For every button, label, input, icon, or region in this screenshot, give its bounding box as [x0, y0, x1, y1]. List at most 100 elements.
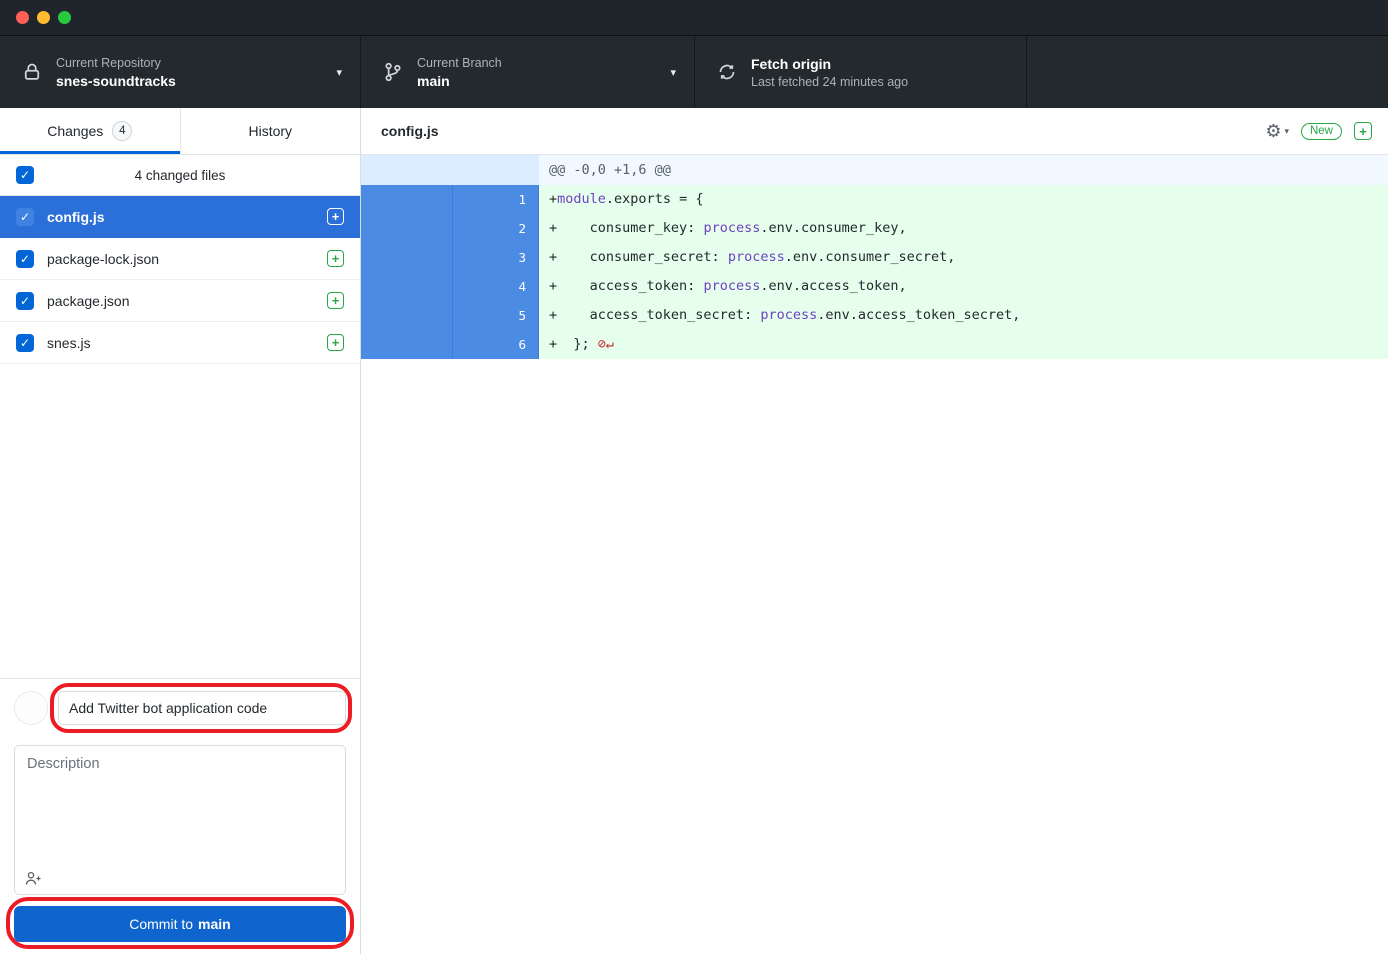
- tab-history-label: History: [248, 123, 292, 139]
- diff-actions: ⚙ ▾ New +: [1265, 122, 1372, 140]
- tab-changes-label: Changes: [47, 123, 103, 139]
- file-checkbox[interactable]: ✓: [16, 208, 34, 226]
- file-row-package.json[interactable]: ✓ package.json +: [0, 280, 360, 322]
- commit-button-prefix: Commit to: [129, 916, 193, 932]
- app-window: Current Repository snes-soundtracks ▾ Cu…: [0, 0, 1388, 954]
- diff-line-number[interactable]: 4: [453, 272, 539, 301]
- diff-line-number[interactable]: 2: [453, 214, 539, 243]
- added-file-icon: +: [327, 250, 344, 267]
- file-row-package-lock.json[interactable]: ✓ package-lock.json +: [0, 238, 360, 280]
- repository-lock-icon: [22, 62, 42, 82]
- diff-gutter-old[interactable]: [361, 185, 453, 214]
- diff-panel: config.js ⚙ ▾ New + @@ -0,0 +1,6 @@ 1+mo…: [361, 108, 1388, 954]
- add-coauthor-icon[interactable]: [25, 871, 42, 886]
- select-all-checkbox[interactable]: ✓: [16, 166, 34, 184]
- content: Changes 4 History ✓ 4 changed files ✓ con…: [0, 108, 1388, 954]
- diff-gutter-old[interactable]: [361, 330, 453, 359]
- diff-code-text: + access_token_secret: process.env.acces…: [539, 301, 1020, 330]
- diff-code-text: +module.exports = {: [539, 185, 703, 214]
- avatar: [14, 691, 48, 725]
- toolbar: Current Repository snes-soundtracks ▾ Cu…: [0, 36, 1388, 108]
- commit-description-box: [14, 745, 346, 895]
- diff-lines: 1+module.exports = {2+ consumer_key: pro…: [361, 185, 1388, 359]
- diff-code-text: + }; ⊘↵: [539, 330, 614, 359]
- file-name: package-lock.json: [47, 251, 159, 267]
- diff-line-5[interactable]: 5+ access_token_secret: process.env.acce…: [361, 301, 1388, 330]
- fetch-origin-button[interactable]: Fetch origin Last fetched 24 minutes ago: [695, 36, 1027, 108]
- diff-gutter-old[interactable]: [361, 214, 453, 243]
- diff-line-3[interactable]: 3+ consumer_secret: process.env.consumer…: [361, 243, 1388, 272]
- diff-line-1[interactable]: 1+module.exports = {: [361, 185, 1388, 214]
- diff-line-number[interactable]: 3: [453, 243, 539, 272]
- repository-text: Current Repository snes-soundtracks: [56, 56, 176, 89]
- commit-button-branch: main: [198, 916, 231, 932]
- changes-sidebar: Changes 4 History ✓ 4 changed files ✓ con…: [0, 108, 361, 954]
- added-file-icon: +: [1354, 122, 1372, 140]
- diff-code-text: + access_token: process.env.access_token…: [539, 272, 907, 301]
- sync-icon: [717, 62, 737, 82]
- current-repository-selector[interactable]: Current Repository snes-soundtracks ▾: [0, 36, 361, 108]
- gear-icon: ⚙: [1265, 122, 1281, 140]
- commit-button[interactable]: Commit to main: [14, 906, 346, 942]
- file-name: snes.js: [47, 335, 91, 351]
- file-row-config.js[interactable]: ✓ config.js +: [0, 196, 360, 238]
- diff-file-name: config.js: [381, 123, 439, 139]
- titlebar: [0, 0, 1388, 36]
- repository-name: snes-soundtracks: [56, 73, 176, 89]
- diff-code-text: + consumer_key: process.env.consumer_key…: [539, 214, 907, 243]
- hunk-header-row: @@ -0,0 +1,6 @@: [361, 155, 1388, 185]
- branch-label: Current Branch: [417, 56, 502, 70]
- toolbar-empty-area: [1027, 36, 1388, 108]
- changed-files-header: ✓ 4 changed files: [0, 155, 360, 196]
- hunk-header-text: @@ -0,0 +1,6 @@: [539, 155, 671, 185]
- tab-changes[interactable]: Changes 4: [0, 108, 180, 154]
- file-name: config.js: [47, 209, 105, 225]
- file-checkbox[interactable]: ✓: [16, 292, 34, 310]
- changed-files-label: 4 changed files: [34, 168, 326, 183]
- added-file-icon: +: [327, 292, 344, 309]
- diff-line-number[interactable]: 1: [453, 185, 539, 214]
- sidebar-spacer: [0, 364, 360, 678]
- close-button[interactable]: [16, 11, 29, 24]
- repository-label: Current Repository: [56, 56, 176, 70]
- sidebar-tabs: Changes 4 History: [0, 108, 360, 155]
- minimize-button[interactable]: [37, 11, 50, 24]
- diff-line-6[interactable]: 6+ }; ⊘↵: [361, 330, 1388, 359]
- git-branch-icon: [383, 62, 403, 82]
- fetch-text: Fetch origin Last fetched 24 minutes ago: [751, 56, 908, 89]
- chevron-down-icon: ▾: [326, 66, 342, 79]
- commit-summary-input[interactable]: [58, 691, 346, 725]
- diff-line-4[interactable]: 4+ access_token: process.env.access_toke…: [361, 272, 1388, 301]
- changes-count-badge: 4: [112, 121, 132, 141]
- diff-body: @@ -0,0 +1,6 @@ 1+module.exports = {2+ c…: [361, 155, 1388, 359]
- zoom-button[interactable]: [58, 11, 71, 24]
- fetch-sublabel: Last fetched 24 minutes ago: [751, 75, 908, 89]
- file-row-snes.js[interactable]: ✓ snes.js +: [0, 322, 360, 364]
- diff-code-text: + consumer_secret: process.env.consumer_…: [539, 243, 955, 272]
- file-status-new-badge: New: [1301, 123, 1342, 140]
- hunk-gutter: [361, 155, 539, 185]
- diff-line-2[interactable]: 2+ consumer_key: process.env.consumer_ke…: [361, 214, 1388, 243]
- branch-text: Current Branch main: [417, 56, 502, 89]
- added-file-icon: +: [327, 334, 344, 351]
- diff-header: config.js ⚙ ▾ New +: [361, 108, 1388, 155]
- fetch-label: Fetch origin: [751, 56, 908, 72]
- added-file-icon: +: [327, 208, 344, 225]
- chevron-down-icon: ▾: [1284, 126, 1289, 137]
- file-list: ✓ config.js + ✓ package-lock.json + ✓ package.j…: [0, 196, 360, 364]
- diff-gutter-old[interactable]: [361, 243, 453, 272]
- diff-line-number[interactable]: 5: [453, 301, 539, 330]
- file-checkbox[interactable]: ✓: [16, 250, 34, 268]
- commit-description-input[interactable]: [15, 746, 345, 856]
- file-name: package.json: [47, 293, 130, 309]
- commit-summary-row: [14, 691, 346, 725]
- diff-line-number[interactable]: 6: [453, 330, 539, 359]
- commit-area: Commit to main: [0, 678, 360, 954]
- tab-history[interactable]: History: [180, 108, 361, 154]
- diff-gutter-old[interactable]: [361, 301, 453, 330]
- diff-options-button[interactable]: ⚙ ▾: [1265, 122, 1289, 140]
- branch-name: main: [417, 73, 502, 89]
- file-checkbox[interactable]: ✓: [16, 334, 34, 352]
- current-branch-selector[interactable]: Current Branch main ▾: [361, 36, 695, 108]
- diff-gutter-old[interactable]: [361, 272, 453, 301]
